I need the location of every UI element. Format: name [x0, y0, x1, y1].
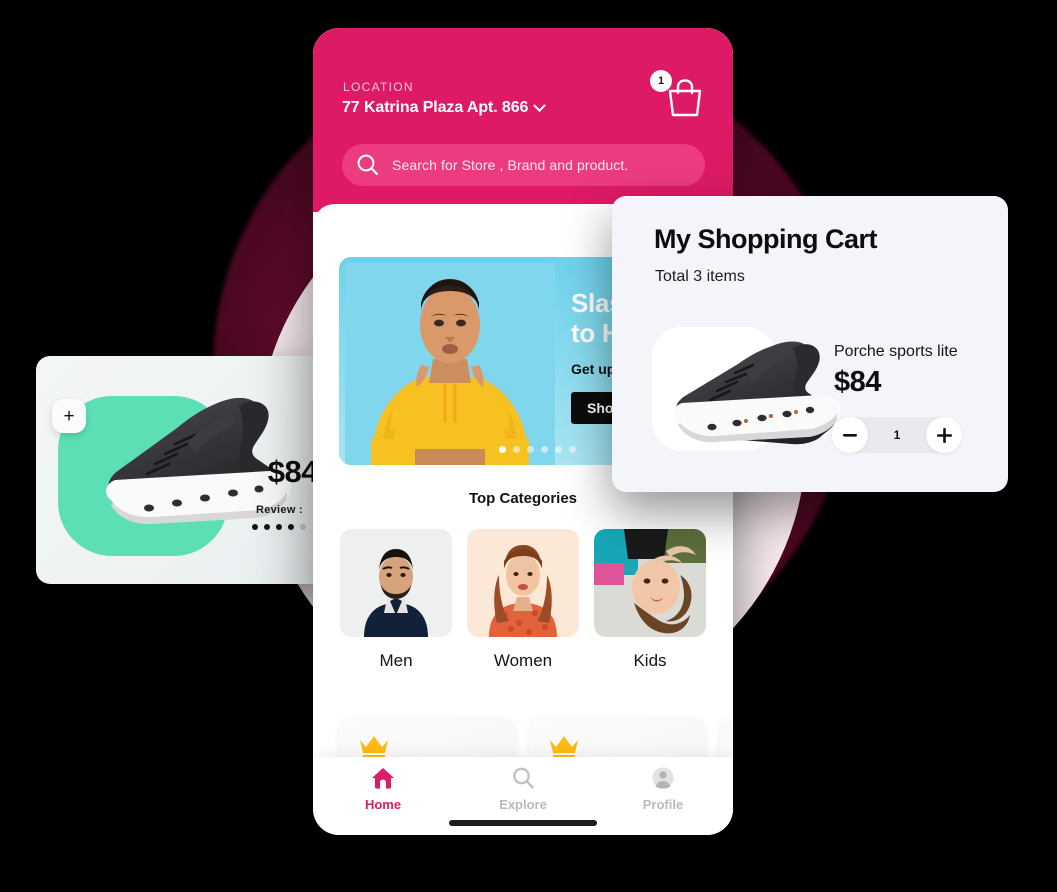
top-categories-heading: Top Categories — [468, 490, 578, 507]
category-item-men[interactable]: Men — [340, 529, 452, 671]
product-preview-card[interactable]: $84 Review : — [36, 356, 326, 584]
search-icon — [513, 767, 534, 789]
cart-item-name: Porche sports lite — [834, 343, 958, 360]
carousel-dots[interactable] — [499, 446, 576, 453]
category-thumb-women — [467, 529, 579, 637]
rating-dot-empty — [300, 524, 306, 530]
search-placeholder: Search for Store , Brand and product. — [392, 157, 629, 173]
man-photo — [340, 529, 452, 637]
tab-label: Home — [364, 797, 402, 812]
category-item-women[interactable]: Women — [467, 529, 579, 671]
carousel-dot[interactable] — [527, 446, 534, 453]
rating-dot — [276, 524, 282, 530]
quantity-stepper[interactable]: 1 — [832, 417, 962, 453]
quantity-value: 1 — [893, 428, 901, 442]
person-icon — [652, 767, 674, 789]
cart-item-price: $84 — [834, 366, 881, 398]
carousel-dot[interactable] — [569, 446, 576, 453]
shopping-cart-card: My Shopping Cart Total 3 items Porche sp… — [612, 196, 1008, 492]
add-to-cart-button[interactable]: + — [52, 399, 86, 433]
crown-icon — [360, 736, 388, 759]
search-input[interactable]: Search for Store , Brand and product. — [342, 144, 705, 186]
plus-icon — [936, 427, 952, 443]
cart-badge: 1 — [650, 70, 672, 92]
cart-button[interactable]: 1 — [650, 70, 706, 120]
carousel-dot[interactable] — [541, 446, 548, 453]
crown-icon — [550, 736, 578, 759]
location-value: 77 Katrina Plaza Apt. 866 — [342, 99, 529, 116]
category-label: Kids — [633, 651, 667, 670]
location-label: LOCATION — [343, 80, 414, 94]
category-list: Men Women Kids — [340, 529, 706, 671]
cart-sneaker-image — [673, 341, 841, 445]
location-selector[interactable]: 77 Katrina Plaza Apt. 866 — [342, 98, 547, 117]
carousel-dot[interactable] — [513, 446, 520, 453]
chevron-down-icon — [533, 98, 547, 112]
product-rating-dots — [252, 524, 306, 530]
carousel-dot-active[interactable] — [499, 446, 506, 453]
tab-profile[interactable]: Profile — [593, 757, 733, 835]
rating-dot — [288, 524, 294, 530]
category-label: Women — [493, 651, 553, 670]
rating-dot — [252, 524, 258, 530]
banner-model-image — [345, 263, 555, 465]
home-indicator — [449, 820, 597, 826]
category-item-kids[interactable]: Kids — [594, 529, 706, 671]
tab-home[interactable]: Home — [313, 757, 453, 835]
decrement-button[interactable] — [832, 417, 868, 453]
tab-label: Explore — [499, 797, 547, 812]
increment-button[interactable] — [926, 417, 962, 453]
carousel-dot[interactable] — [555, 446, 562, 453]
category-thumb-kids — [594, 529, 706, 637]
cart-subtitle: Total 3 items — [655, 268, 745, 285]
cart-title: My Shopping Cart — [654, 224, 878, 254]
product-price: $84 — [267, 454, 319, 489]
product-review-label: Review : — [255, 504, 303, 516]
search-icon — [357, 154, 379, 176]
tab-label: Profile — [642, 797, 684, 812]
rating-dot — [264, 524, 270, 530]
category-label: Men — [379, 651, 413, 670]
home-icon — [372, 768, 394, 789]
minus-icon — [843, 433, 857, 437]
category-thumb-men — [340, 529, 452, 637]
kid-photo — [594, 529, 706, 637]
woman-photo — [467, 529, 579, 637]
scene: $84 Review : + LOCATION 77 Katrina Plaza… — [0, 0, 1057, 892]
